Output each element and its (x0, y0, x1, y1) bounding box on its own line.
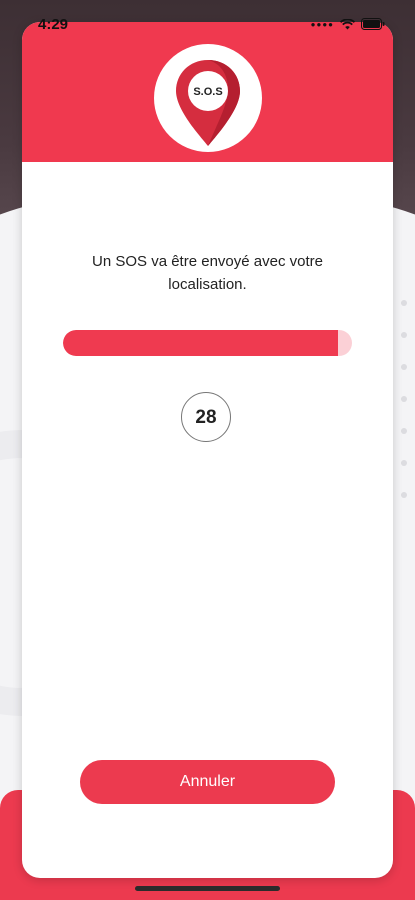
cancel-button[interactable]: Annuler (80, 760, 335, 804)
signal-icon: ●●●● (310, 19, 334, 29)
status-bar: 4:29 ●●●● (0, 0, 415, 34)
countdown-timer: 28 (181, 392, 231, 442)
progress-fill (63, 330, 338, 356)
logo-text: S.O.S (193, 86, 222, 98)
battery-icon (361, 18, 385, 30)
sos-message: Un SOS va être envoyé avec votre localis… (92, 253, 323, 293)
sos-screen: 4:29 ●●●● S.O.S Un SOS va être envoyé av… (0, 0, 415, 900)
status-icons: ●●●● (311, 18, 385, 30)
background-dots (395, 300, 415, 524)
status-time: 4:29 (38, 16, 69, 33)
sos-modal: S.O.S Un SOS va être envoyé avec votre l… (22, 22, 393, 878)
modal-header: S.O.S (22, 22, 393, 162)
sos-logo: S.O.S (154, 44, 262, 152)
countdown-progress-bar (63, 330, 352, 356)
location-pin-icon: S.O.S (176, 60, 240, 146)
wifi-icon (340, 18, 355, 30)
home-indicator[interactable] (135, 886, 280, 891)
